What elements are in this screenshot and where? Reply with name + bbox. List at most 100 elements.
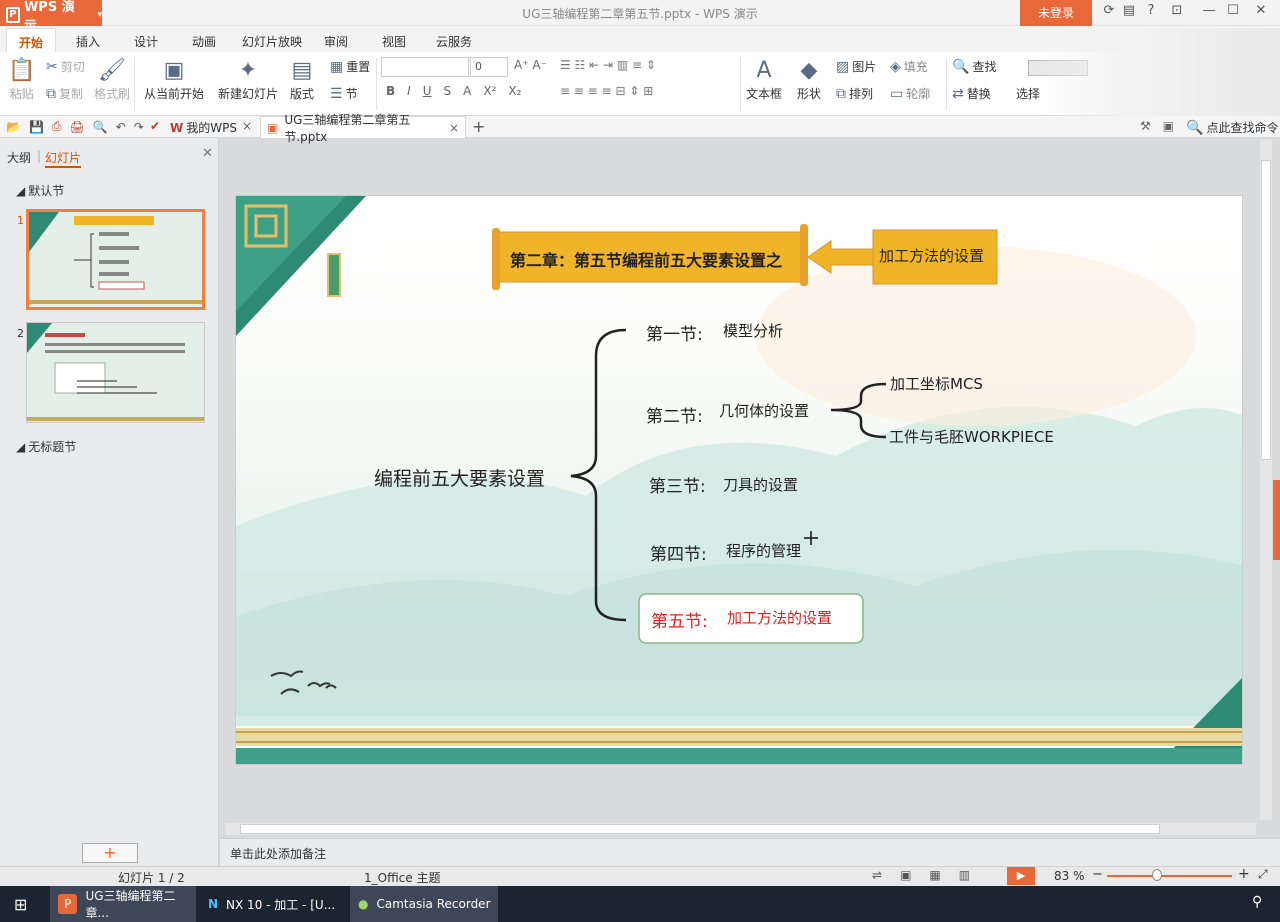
horizontal-scrollbar[interactable] xyxy=(226,823,1256,835)
section-2-num[interactable]: 第二节: xyxy=(646,402,703,427)
scrollbar-thumb[interactable] xyxy=(1261,160,1271,460)
view-buttons[interactable]: ⇌ ▣ ▦ ▥ xyxy=(872,868,970,882)
tab-home[interactable]: 开始 xyxy=(6,28,57,52)
tab-view[interactable]: 视图 xyxy=(370,31,418,51)
taskbar-item-nx[interactable]: N NX 10 - 加工 - [U... xyxy=(200,886,346,922)
section-4-text[interactable]: 程序的管理 xyxy=(726,540,801,561)
picture-button[interactable]: ▨ 图片 xyxy=(836,58,876,75)
tab-insert[interactable]: 插入 xyxy=(64,31,112,51)
add-slide-button[interactable]: + xyxy=(82,843,138,863)
section-2-text[interactable]: 几何体的设置 xyxy=(719,400,809,421)
find-button[interactable]: 🔍 查找 xyxy=(952,58,996,75)
paste-button[interactable]: 📋 粘贴 xyxy=(8,58,35,102)
slide-canvas[interactable]: 第二章：第五节编程前五大要素设置之 加工方法的设置 编程前五大要素设置 第一节:… xyxy=(235,195,1243,765)
textbox-button[interactable]: A 文本框 xyxy=(746,58,782,102)
search-icon: 🔍 xyxy=(1186,119,1204,136)
layout-button[interactable]: ▤ 版式 xyxy=(290,58,314,102)
zoom-slider[interactable] xyxy=(1107,875,1232,877)
new-slide-button[interactable]: ✦ 新建幻灯片 xyxy=(218,58,278,102)
font-grow-button[interactable]: A⁺ A⁻ xyxy=(514,58,547,72)
chapter-banner[interactable]: 第二章：第五节编程前五大要素设置之 xyxy=(510,247,782,271)
slide-thumbnail-2[interactable] xyxy=(26,322,205,423)
projector-icon: ▣ xyxy=(163,58,185,83)
copy-button[interactable]: ⧉ 复制 xyxy=(46,85,83,102)
side-handle[interactable] xyxy=(1273,480,1280,560)
print-icon: 🖨 xyxy=(69,119,85,134)
tab-animation[interactable]: 动画 xyxy=(180,31,228,51)
scrollbar-thumb[interactable] xyxy=(240,824,1160,834)
section-default[interactable]: ◢ 默认节 xyxy=(16,182,64,199)
tab-cloud[interactable]: 云服务 xyxy=(424,31,484,51)
tab-outline[interactable]: 大纲 xyxy=(7,149,31,166)
arrange-button[interactable]: ⧉ 排列 xyxy=(836,85,873,102)
new-tab-button[interactable]: + xyxy=(472,117,485,136)
shape-button[interactable]: ◆ 形状 xyxy=(797,58,821,102)
section-3-num[interactable]: 第三节: xyxy=(649,472,706,497)
sub-item-mcs[interactable]: 加工坐标MCS xyxy=(890,373,983,394)
windows-start-icon[interactable]: ⊞ xyxy=(14,895,27,914)
close-icon[interactable]: × xyxy=(449,121,459,135)
sub-item-workpiece[interactable]: 工件与毛胚WORKPIECE xyxy=(889,426,1054,447)
close-icon[interactable]: ✕ xyxy=(1250,3,1272,23)
section-1-num[interactable]: 第一节: xyxy=(646,320,703,345)
cut-button[interactable]: ✂ 剪切 xyxy=(46,58,85,75)
tab-slides[interactable]: 幻灯片 xyxy=(45,149,82,168)
close-panel-icon[interactable]: ✕ xyxy=(202,146,213,161)
pin-icon[interactable]: ✔ xyxy=(150,119,160,133)
slide-thumbnail-1[interactable] xyxy=(26,209,205,310)
fill-icon: ◈ xyxy=(890,58,901,75)
section-5-text[interactable]: 加工方法的设置 xyxy=(727,607,832,628)
font-style-buttons[interactable]: B I U S A X² X₂ xyxy=(386,84,521,98)
slide-number: 2 xyxy=(17,327,24,340)
play-from-current-button[interactable]: ▣ 从当前开始 xyxy=(144,58,204,102)
my-wps-tab[interactable]: W 我的WPS xyxy=(170,119,237,136)
section-untitled[interactable]: ◢ 无标题节 xyxy=(16,438,76,455)
help-icon[interactable]: ? xyxy=(1140,3,1162,23)
taskbar-item-wps[interactable]: P UG三轴编程第二章... xyxy=(50,886,196,922)
section-1-text[interactable]: 模型分析 xyxy=(723,320,783,341)
fit-window-icon[interactable]: ⤢ xyxy=(1258,867,1268,882)
section-3-text[interactable]: 刀具的设置 xyxy=(723,474,798,495)
align-buttons[interactable]: ≡ ≡ ≡ ≡ ⊟ ⇕ ⊞ xyxy=(560,84,653,98)
quick-access-toolbar[interactable]: 📂 💾 ⎙ 🖨 🔍 ↶ ↷ xyxy=(6,119,144,134)
minimize-icon[interactable]: — xyxy=(1198,3,1220,23)
tab-design[interactable]: 设计 xyxy=(122,31,170,51)
replace-button[interactable]: ⇄ 替换 xyxy=(952,85,991,102)
maximize-icon[interactable]: ☐ xyxy=(1222,3,1244,23)
vertical-scrollbar[interactable] xyxy=(1260,140,1272,820)
command-search[interactable]: 🔍 点此查找命令 xyxy=(1186,119,1278,136)
share-icon[interactable]: ▤ xyxy=(1118,3,1140,23)
tab-review[interactable]: 审阅 xyxy=(312,31,360,51)
tab-slideshow[interactable]: 幻灯片放映 xyxy=(230,31,314,51)
outline-button[interactable]: ▭ 轮廓 xyxy=(890,85,930,102)
restore-ribbon-icon[interactable]: ⊡ xyxy=(1166,3,1188,23)
zoom-slider-handle[interactable] xyxy=(1152,869,1162,881)
zoom-out-button[interactable]: − xyxy=(1092,867,1103,882)
taskbar-item-camtasia[interactable]: ● Camtasia Recorder xyxy=(350,886,498,922)
skin-icon[interactable]: ⟳ xyxy=(1098,3,1120,23)
document-tab[interactable]: ▣ UG三轴编程第二章第五节.pptx × xyxy=(260,113,466,144)
fill-button[interactable]: ◈ 填充 xyxy=(890,58,928,75)
zoom-in-button[interactable]: + xyxy=(1238,866,1250,882)
layout-icon: ▤ xyxy=(291,58,313,83)
section-4-num[interactable]: 第四节: xyxy=(650,540,707,565)
login-button[interactable]: 未登录 xyxy=(1020,0,1092,26)
root-topic[interactable]: 编程前五大要素设置 xyxy=(374,464,545,491)
section-5-num[interactable]: 第五节: xyxy=(651,607,708,632)
tab-bar-tools[interactable]: ⚒ ▣ xyxy=(1140,119,1174,133)
user-icon[interactable]: ⚲ xyxy=(1252,894,1262,910)
font-name-select[interactable] xyxy=(381,57,469,77)
format-painter-button[interactable]: 🖌 格式刷 xyxy=(94,58,130,102)
reset-button[interactable]: ▦ 重置 xyxy=(330,58,370,75)
callout-box[interactable]: 加工方法的设置 xyxy=(879,245,984,266)
play-slideshow-button[interactable]: ▶ xyxy=(1007,867,1035,885)
paragraph-buttons[interactable]: ☰ ☷ ⇤ ⇥ ▥ ≡ ⇕ xyxy=(560,58,656,72)
outline-icon: ▭ xyxy=(890,85,904,102)
theme-name: 1_Office 主题 xyxy=(364,871,441,885)
notes-pane[interactable]: 单击此处添加备注 xyxy=(220,838,1280,866)
zoom-level[interactable]: 83 % xyxy=(1054,869,1085,883)
close-tab-icon[interactable]: × xyxy=(242,119,252,133)
copy-icon: ⧉ xyxy=(46,85,56,102)
font-size-select[interactable]: 0 xyxy=(470,57,508,77)
section-button[interactable]: ☰ 节 xyxy=(330,85,358,102)
